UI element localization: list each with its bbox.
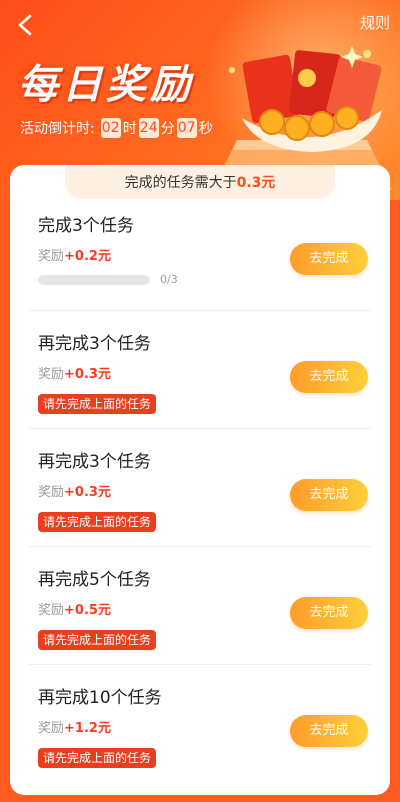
task-item: 再完成10个任务 奖励+1.2元 请先完成上面的任务 去完成 (10, 665, 390, 783)
reward-label: 奖励 (38, 485, 65, 500)
locked-tip: 请先完成上面的任务 (38, 630, 157, 650)
task-item: 完成3个任务 奖励+0.2元 0/3 去完成 (10, 193, 390, 311)
condition-text: 完成的任务需大于 (124, 175, 237, 191)
reward-amount: +0.3元 (64, 367, 111, 382)
countdown-hours: 02 (100, 118, 121, 138)
locked-tip: 请先完成上面的任务 (38, 394, 157, 414)
back-button[interactable] (10, 10, 40, 40)
rules-link[interactable]: 规则 (360, 12, 390, 33)
task-title: 完成3个任务 (38, 216, 134, 236)
go-complete-button[interactable]: 去完成 (290, 361, 368, 393)
task-reward: 奖励+1.2元 (38, 717, 111, 736)
task-title: 再完成3个任务 (38, 334, 151, 354)
chevron-left-icon (18, 14, 32, 36)
go-complete-button[interactable]: 去完成 (290, 715, 368, 747)
reward-amount: +1.2元 (64, 721, 111, 736)
task-title: 再完成3个任务 (38, 452, 151, 472)
reward-amount: +0.2元 (64, 249, 111, 264)
reward-label: 奖励 (38, 603, 65, 618)
task-reward: 奖励+0.3元 (38, 363, 111, 382)
reward-amount: +0.3元 (64, 485, 111, 500)
countdown: 活动倒计时: 02 时 24 分 07 秒 (20, 118, 213, 138)
countdown-minutes: 24 (138, 118, 159, 138)
countdown-minutes-unit: 分 (160, 121, 175, 137)
task-item: 再完成3个任务 奖励+0.3元 请先完成上面的任务 去完成 (10, 311, 390, 429)
reward-amount: +0.5元 (64, 603, 111, 618)
task-title: 再完成5个任务 (38, 570, 151, 590)
go-complete-button[interactable]: 去完成 (290, 479, 368, 511)
locked-tip: 请先完成上面的任务 (38, 512, 157, 532)
go-complete-button[interactable]: 去完成 (290, 597, 368, 629)
locked-tip: 请先完成上面的任务 (38, 748, 157, 768)
countdown-hours-unit: 时 (122, 121, 137, 137)
task-title: 再完成10个任务 (38, 688, 162, 708)
task-item: 再完成3个任务 奖励+0.3元 请先完成上面的任务 去完成 (10, 429, 390, 547)
reward-label: 奖励 (38, 367, 65, 382)
reward-label: 奖励 (38, 721, 65, 736)
countdown-label: 活动倒计时: (20, 121, 95, 137)
progress-track (38, 274, 150, 285)
task-reward: 奖励+0.3元 (38, 481, 111, 500)
go-complete-button[interactable]: 去完成 (290, 243, 368, 275)
task-progress: 0/3 (38, 273, 178, 286)
progress-text: 0/3 (160, 273, 178, 286)
task-item: 再完成5个任务 奖励+0.5元 请先完成上面的任务 去完成 (10, 547, 390, 665)
page-title: 每日奖励 (18, 62, 194, 108)
condition-amount: 0.3元 (236, 175, 276, 191)
task-card: 完成的任务需大于0.3元 完成3个任务 奖励+0.2元 0/3 去完成 再完成3… (10, 165, 390, 795)
task-reward: 奖励+0.2元 (38, 245, 111, 264)
task-reward: 奖励+0.5元 (38, 599, 111, 618)
reward-label: 奖励 (38, 249, 65, 264)
